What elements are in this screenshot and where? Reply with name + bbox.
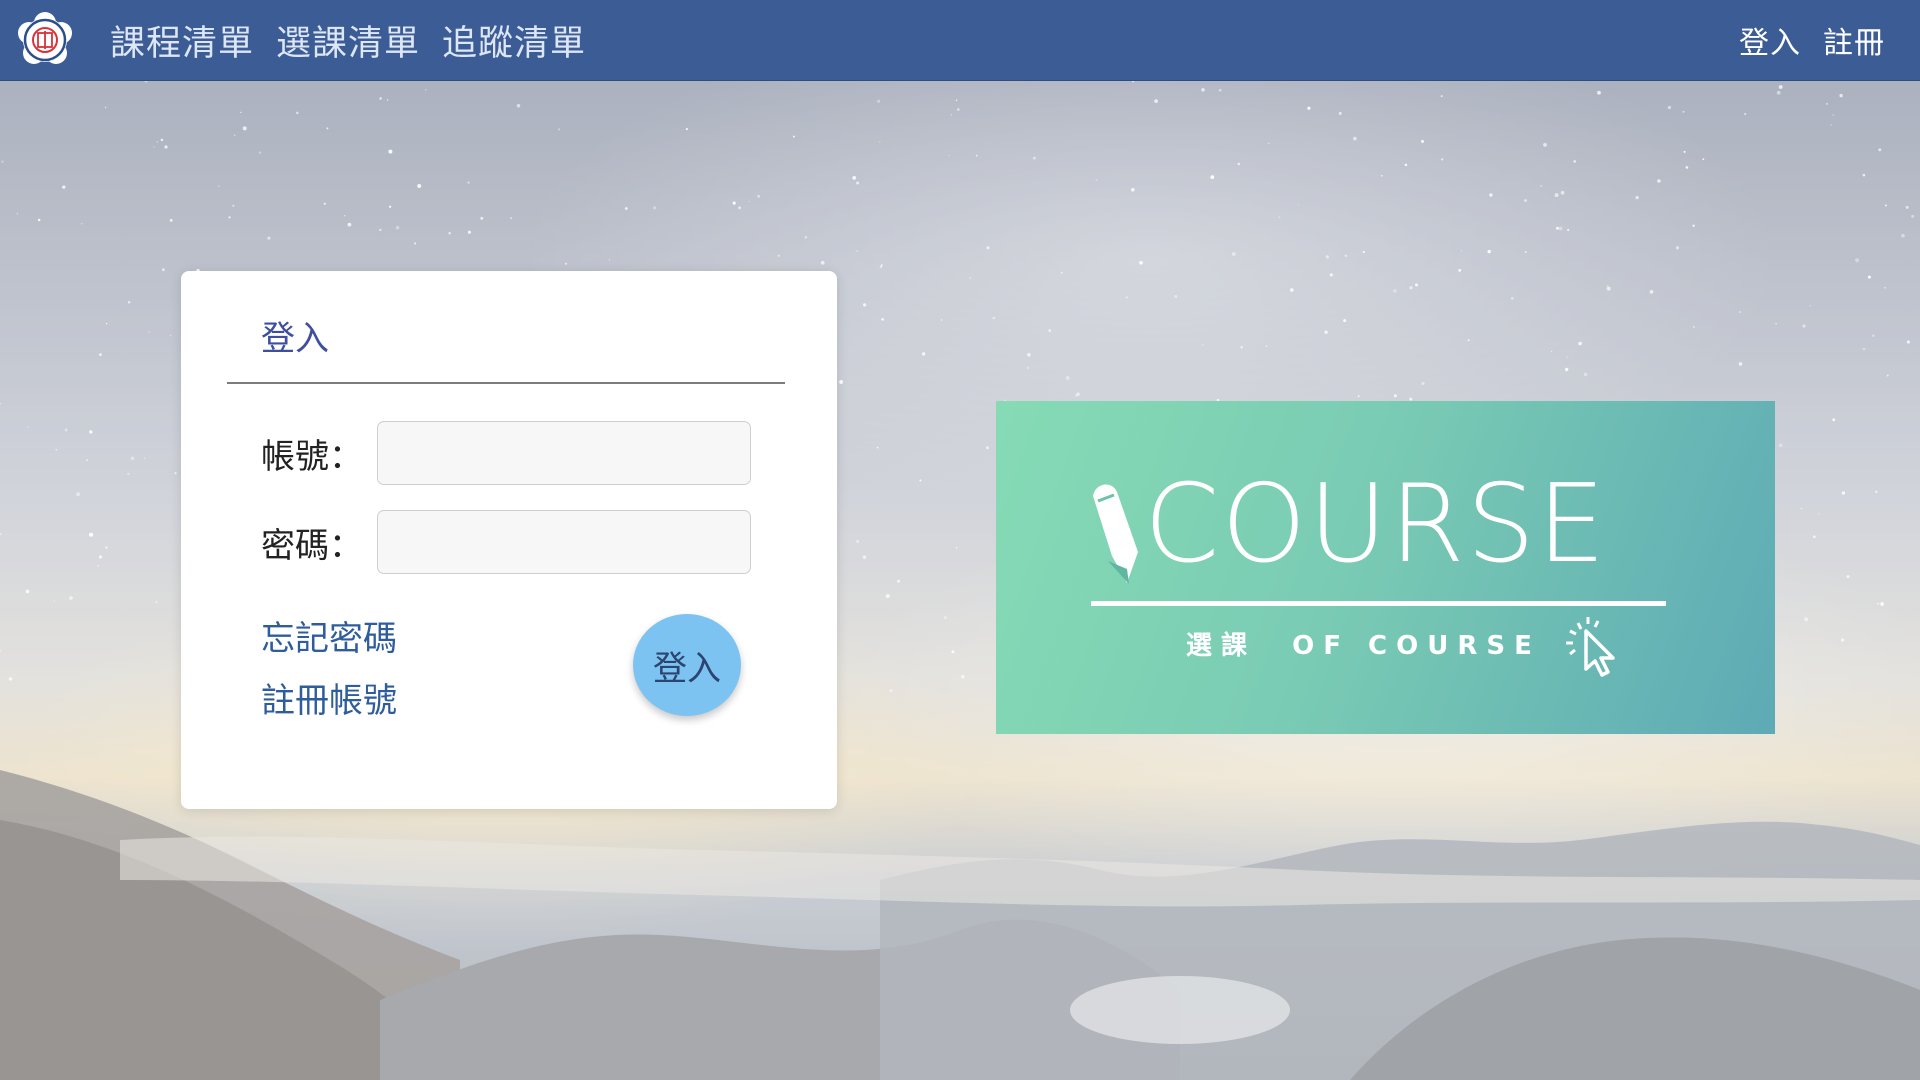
nav-tracking-list[interactable]: 追蹤清單 <box>442 15 586 66</box>
login-submit-button[interactable]: 登入 <box>633 614 741 716</box>
banner-subtitle: 選課 OF COURSE <box>1186 625 1541 662</box>
login-card: 登入 帳號： 密碼： 忘記密碼 註冊帳號 登入 <box>181 271 837 809</box>
login-card-divider <box>227 382 785 384</box>
forgot-password-link[interactable]: 忘記密碼 <box>261 611 397 660</box>
banner-subtitle-zh: 選課 <box>1186 631 1257 661</box>
nav-login[interactable]: 登入 <box>1739 18 1801 62</box>
icourse-banner: COURSE 選課 OF COURSE <box>996 401 1775 734</box>
pencil-icon <box>1093 484 1138 584</box>
login-page: 課程清單 選課清單 追蹤清單 登入 註冊 登入 帳號： 密碼： 忘記密碼 註冊帳… <box>0 0 1920 1080</box>
banner-title: COURSE <box>1144 462 1608 587</box>
nav-account-links: 登入 註冊 <box>1739 0 1885 80</box>
nav-main-links: 課程清單 選課清單 追蹤清單 <box>110 0 586 80</box>
nav-course-list[interactable]: 課程清單 <box>110 15 254 66</box>
password-label: 密碼： <box>261 526 363 566</box>
top-navbar: 課程清單 選課清單 追蹤清單 登入 註冊 <box>0 0 1920 81</box>
school-seal-icon[interactable] <box>16 11 74 69</box>
nav-selection-list[interactable]: 選課清單 <box>276 15 420 66</box>
account-input[interactable] <box>377 421 751 485</box>
password-input[interactable] <box>377 510 751 574</box>
register-account-link[interactable]: 註冊帳號 <box>261 673 397 722</box>
login-card-title: 登入 <box>261 319 329 359</box>
banner-subtitle-en: OF COURSE <box>1292 631 1541 661</box>
cursor-click-icon <box>1566 617 1615 677</box>
account-label: 帳號： <box>261 437 363 477</box>
banner-rule <box>1091 601 1666 606</box>
nav-register[interactable]: 註冊 <box>1823 18 1885 62</box>
